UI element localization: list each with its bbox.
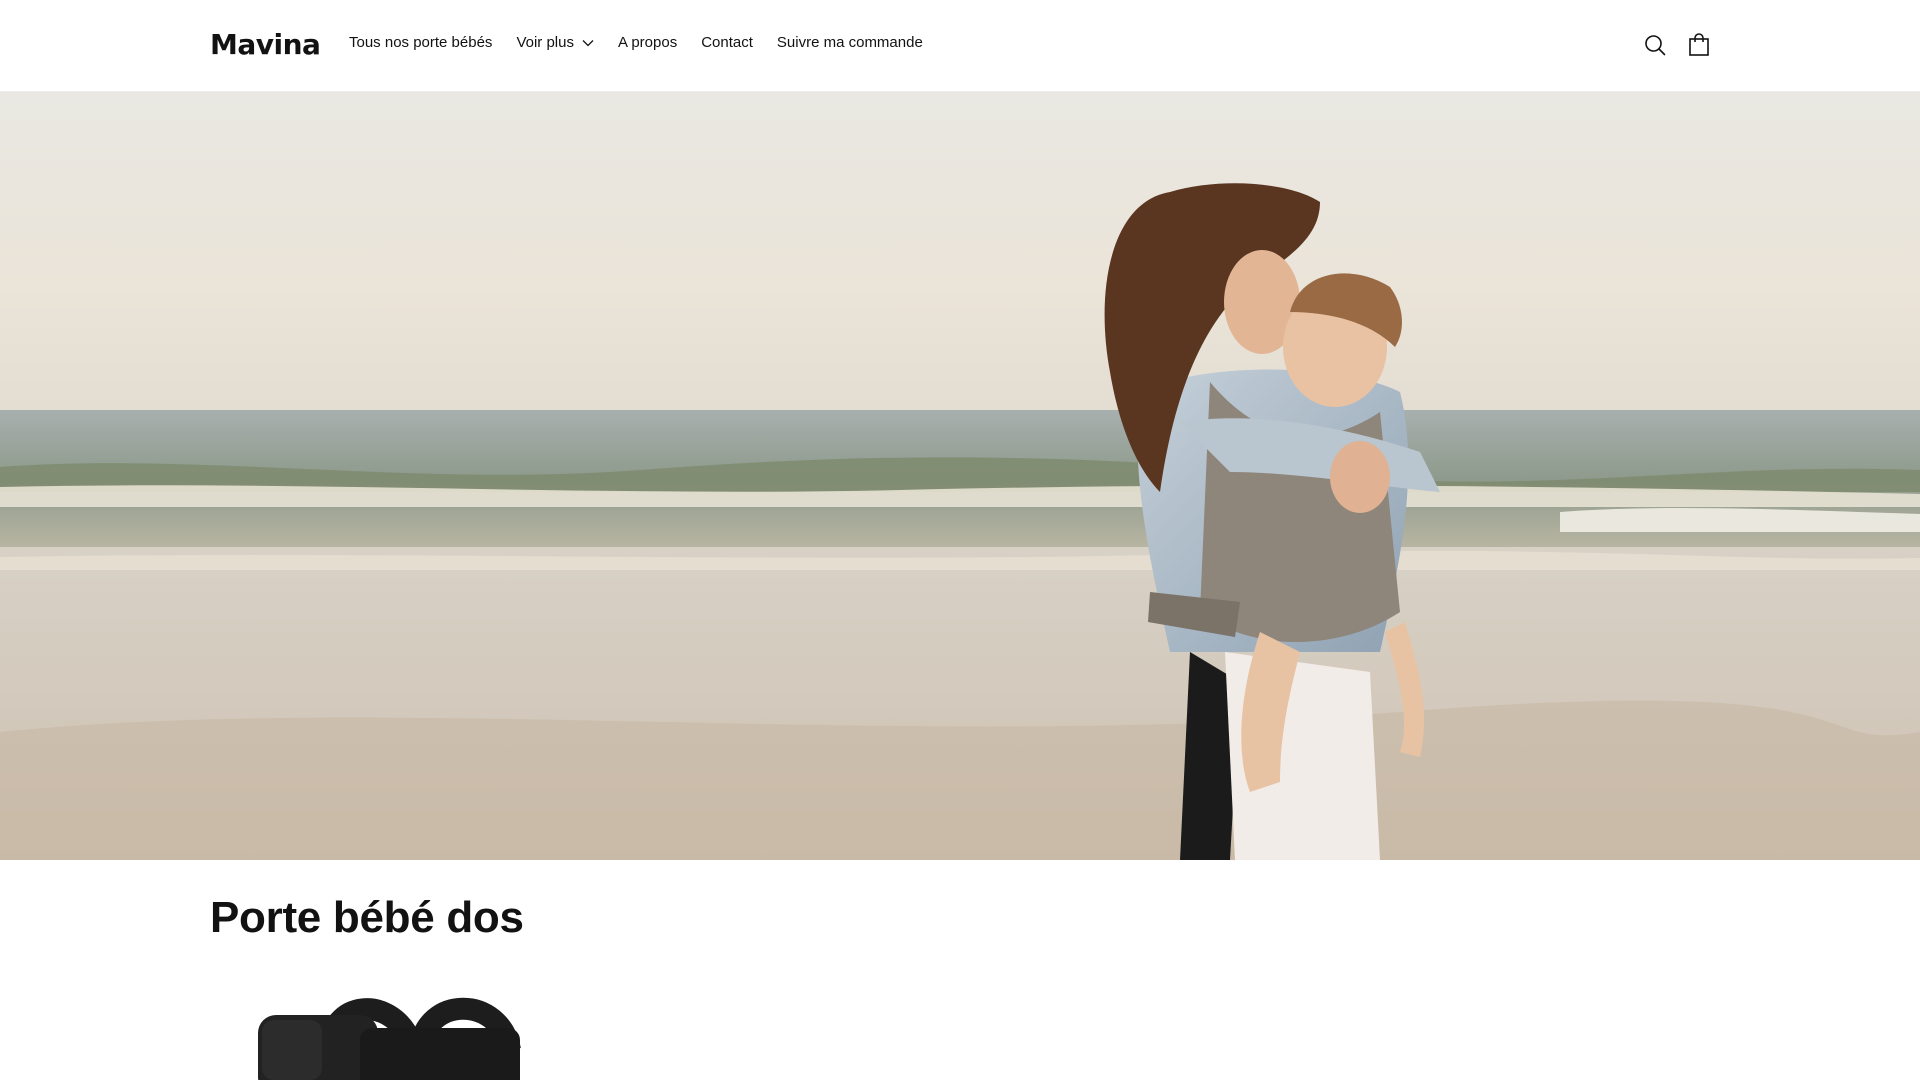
nav-item-track-order[interactable]: Suivre ma commande bbox=[777, 34, 923, 51]
product-image bbox=[258, 997, 521, 1080]
cart-button[interactable] bbox=[1686, 32, 1712, 58]
nav-item-see-more[interactable]: Voir plus bbox=[516, 34, 594, 51]
site-header: Mavina Tous nos porte bébés Voir plus A … bbox=[0, 0, 1920, 92]
nav-item-label: Contact bbox=[701, 34, 753, 51]
nav-item-label: Tous nos porte bébés bbox=[349, 34, 493, 51]
chevron-down-icon bbox=[582, 39, 594, 46]
product-card[interactable] bbox=[210, 980, 590, 1080]
main-nav: Tous nos porte bébés Voir plus A propos … bbox=[349, 34, 923, 51]
shopping-bag-icon bbox=[1689, 33, 1709, 56]
search-button[interactable] bbox=[1642, 32, 1668, 58]
hero-image bbox=[0, 92, 1920, 860]
nav-item-about[interactable]: A propos bbox=[618, 34, 677, 51]
nav-item-label: A propos bbox=[617, 34, 678, 51]
nav-item-label: Voir plus bbox=[516, 34, 574, 51]
search-icon bbox=[1645, 35, 1666, 56]
collection-title: Porte bébé dos bbox=[210, 893, 524, 942]
nav-item-contact[interactable]: Contact bbox=[701, 34, 753, 51]
hero-banner bbox=[0, 92, 1920, 860]
nav-item-all-carriers[interactable]: Tous nos porte bébés bbox=[349, 34, 492, 51]
store-logo[interactable]: Mavina bbox=[210, 28, 321, 61]
nav-item-label: Suivre ma commande bbox=[776, 34, 923, 51]
